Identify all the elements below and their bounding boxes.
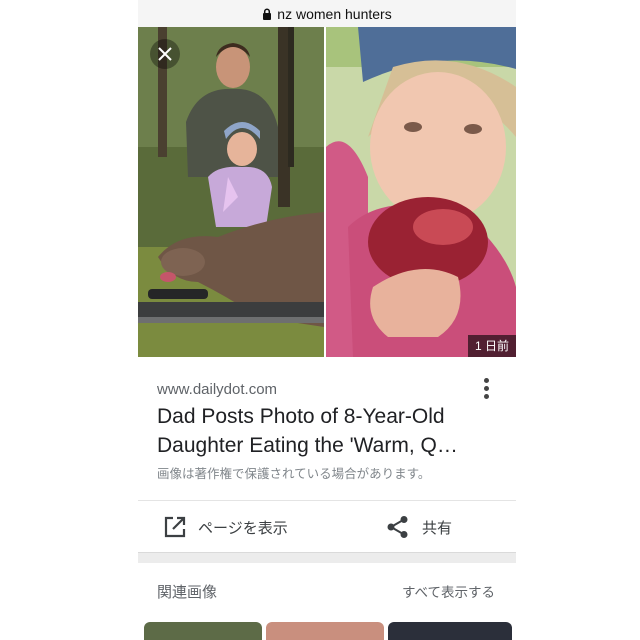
view-page-label: ページを表示 (198, 519, 288, 537)
result-image[interactable]: 1 日前 (138, 27, 516, 357)
related-thumbnail[interactable] (388, 622, 512, 640)
share-label: 共有 (422, 519, 453, 537)
share-button[interactable]: 共有 (386, 508, 452, 546)
result-source[interactable]: www.dailydot.com (157, 381, 277, 398)
more-vert-icon (483, 377, 489, 383)
section-separator (138, 552, 516, 563)
view-all-link[interactable]: すべて表示する (402, 581, 495, 601)
share-icon (387, 516, 408, 538)
phone-viewport: nz women hunters 1 日前 www.dailydot.com D… (138, 0, 516, 640)
age-badge: 1 日前 (467, 335, 516, 357)
open-in-new-icon (164, 516, 186, 538)
more-options-button[interactable] (474, 374, 498, 402)
result-title[interactable]: Dad Posts Photo of 8-Year-Old Daughter E… (157, 402, 497, 460)
photo-collage (138, 27, 516, 357)
close-icon (158, 47, 172, 61)
search-query: nz women hunters (277, 5, 392, 22)
related-thumbnail[interactable] (144, 622, 262, 640)
related-thumbnails (144, 622, 516, 640)
title-line-1: Dad Posts Photo of 8-Year-Old (157, 405, 445, 428)
view-page-button[interactable]: ページを表示 (164, 508, 288, 546)
related-thumbnail[interactable] (266, 622, 384, 640)
related-images-title: 関連画像 (157, 584, 218, 601)
title-line-2: Daughter Eating the 'Warm, Q… (157, 434, 458, 457)
copyright-notice: 画像は著作権で保護されている場合があります。 (157, 467, 431, 481)
lock-icon (263, 7, 272, 20)
url-bar[interactable]: nz women hunters (138, 0, 516, 27)
divider (138, 500, 516, 501)
close-button[interactable] (150, 39, 180, 69)
